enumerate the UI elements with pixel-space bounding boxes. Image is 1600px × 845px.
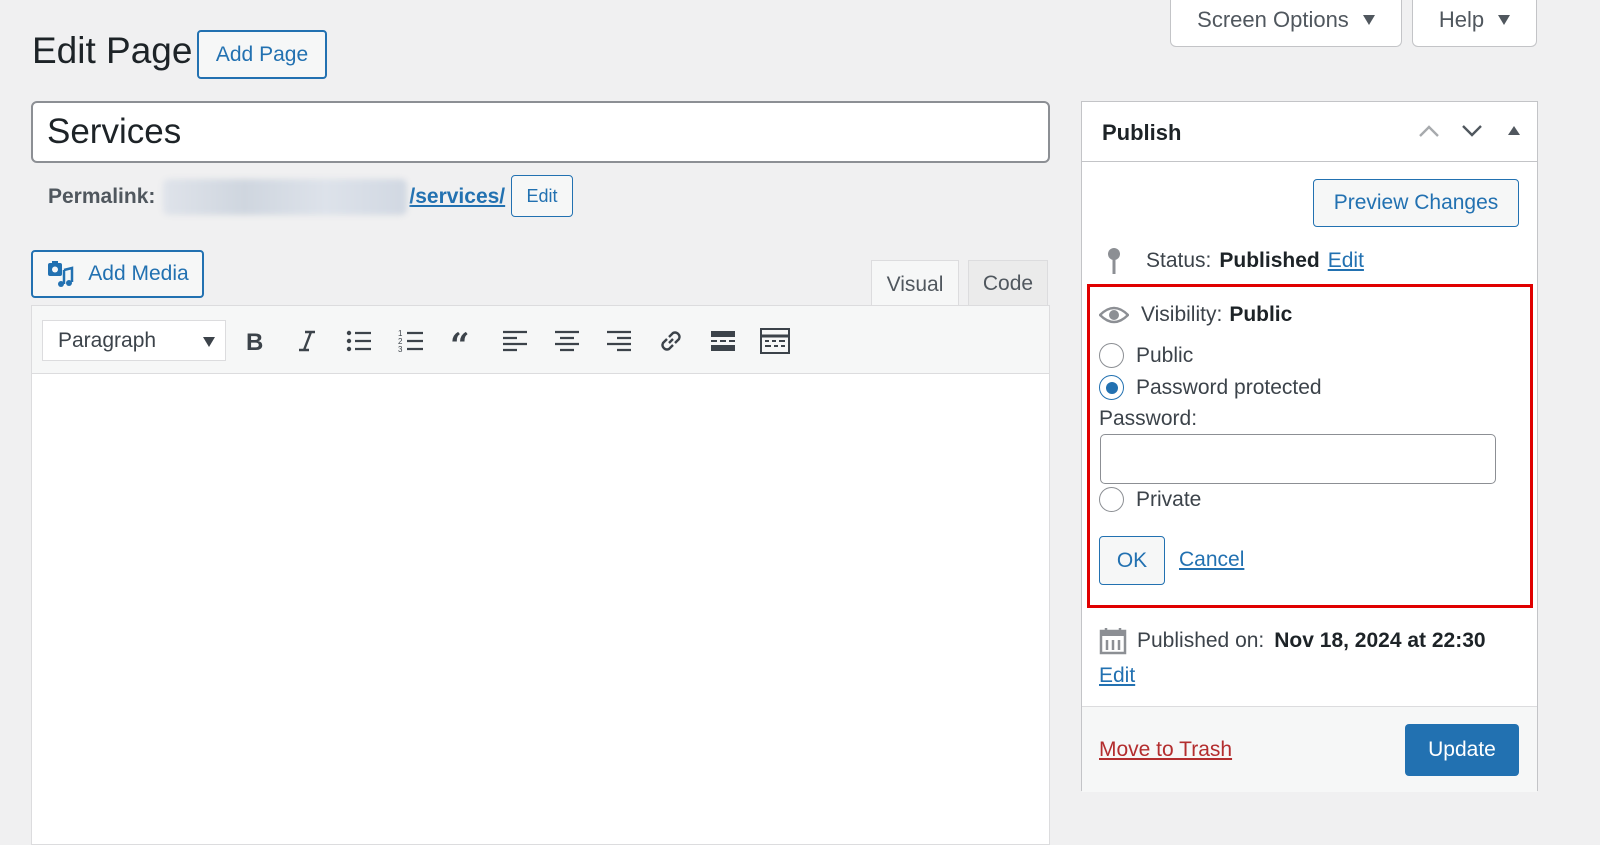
calendar-icon (1099, 628, 1127, 655)
visibility-value: Public (1229, 303, 1293, 326)
caret-down-icon (1498, 15, 1511, 25)
radio-private[interactable] (1099, 487, 1124, 512)
published-on-label: Published on: (1137, 629, 1265, 652)
editor-toolbar: Paragraph B 123 “ (32, 306, 1049, 374)
tab-visual[interactable]: Visual (871, 260, 959, 308)
password-input[interactable] (1100, 434, 1496, 484)
format-select-value: Paragraph (58, 328, 157, 352)
help-button[interactable]: Help (1412, 0, 1537, 47)
permalink-row: Permalink: /services/ (48, 178, 505, 216)
tab-code[interactable]: Code (968, 260, 1048, 307)
post-title-input[interactable] (31, 101, 1050, 163)
visibility-row: Visibility: Public (1099, 303, 1292, 327)
bulleted-list-icon[interactable] (343, 325, 375, 357)
published-on-edit-link[interactable]: Edit (1099, 664, 1135, 688)
screen-options-label: Screen Options (1197, 7, 1349, 32)
option-password-label: Password protected (1136, 375, 1322, 399)
preview-changes-button[interactable]: Preview Changes (1313, 179, 1519, 227)
status-value: Published (1219, 249, 1320, 272)
add-media-label: Add Media (88, 262, 189, 285)
option-private-label: Private (1136, 487, 1202, 511)
toolbar-toggle-icon[interactable] (759, 325, 791, 357)
publish-title: Publish (1102, 120, 1182, 145)
visibility-cancel-link[interactable]: Cancel (1179, 548, 1244, 572)
blockquote-icon[interactable]: “ (447, 325, 479, 357)
caret-down-icon (1362, 15, 1375, 25)
update-button[interactable]: Update (1405, 724, 1519, 776)
media-icon (48, 261, 74, 287)
radio-password-protected[interactable] (1099, 375, 1124, 400)
status-label: Status: (1146, 249, 1212, 272)
align-left-icon[interactable] (499, 325, 531, 357)
italic-icon[interactable] (291, 325, 323, 357)
align-center-icon[interactable] (551, 325, 583, 357)
published-on-value: Nov 18, 2024 at 22:30 (1274, 629, 1486, 652)
svg-text:B: B (246, 329, 263, 353)
eye-icon (1099, 306, 1129, 324)
align-right-icon[interactable] (603, 325, 635, 357)
visibility-option-password[interactable]: Password protected (1099, 375, 1322, 400)
page-title: Edit Page (32, 30, 193, 71)
add-page-label: Add Page (215, 42, 309, 66)
collapse-toggle-icon[interactable] (1507, 125, 1521, 135)
move-to-trash-link[interactable]: Move to Trash (1099, 738, 1232, 762)
update-label: Update (1428, 738, 1496, 761)
permalink-edit-label: Edit (526, 185, 558, 206)
blurred-domain (163, 179, 408, 215)
numbered-list-icon[interactable]: 123 (395, 325, 427, 357)
status-edit-link[interactable]: Edit (1328, 249, 1364, 273)
visibility-label: Visibility: (1141, 303, 1223, 326)
bold-icon[interactable]: B (239, 325, 271, 357)
permalink-edit-button[interactable]: Edit (511, 175, 573, 217)
format-select[interactable]: Paragraph (42, 320, 226, 361)
radio-public[interactable] (1099, 343, 1124, 368)
add-media-button[interactable]: Add Media (31, 250, 204, 298)
pin-icon (1108, 248, 1120, 274)
tab-code-label: Code (982, 272, 1034, 295)
permalink-slug-link[interactable]: /services/ (409, 185, 505, 209)
option-public-label: Public (1136, 343, 1194, 367)
chevron-down-icon (203, 337, 215, 347)
svg-text:“: “ (450, 330, 470, 352)
add-page-button[interactable]: Add Page (197, 30, 327, 79)
help-label: Help (1438, 7, 1485, 32)
publish-header: Publish (1082, 102, 1537, 162)
link-icon[interactable] (655, 325, 687, 357)
status-row: Status: Published Edit (1102, 246, 1364, 276)
read-more-icon[interactable] (707, 325, 739, 357)
chevron-down-icon[interactable] (1461, 124, 1483, 138)
preview-changes-label: Preview Changes (1333, 191, 1499, 214)
visibility-option-private[interactable]: Private (1099, 487, 1201, 512)
svg-text:3: 3 (398, 345, 403, 354)
publish-actions: Move to Trash Update (1082, 706, 1537, 792)
visibility-ok-button[interactable]: OK (1099, 536, 1165, 585)
published-on-row: Published on: Nov 18, 2024 at 22:30 (1099, 627, 1486, 655)
tab-visual-label: Visual (886, 272, 944, 296)
content-editor[interactable]: Paragraph B 123 “ (31, 305, 1050, 845)
password-label: Password: (1099, 407, 1198, 430)
visibility-option-public[interactable]: Public (1099, 343, 1193, 368)
permalink-label: Permalink: (48, 185, 156, 208)
chevron-up-icon[interactable] (1418, 124, 1440, 138)
screen-options-button[interactable]: Screen Options (1170, 0, 1402, 47)
ok-label: OK (1116, 548, 1148, 572)
